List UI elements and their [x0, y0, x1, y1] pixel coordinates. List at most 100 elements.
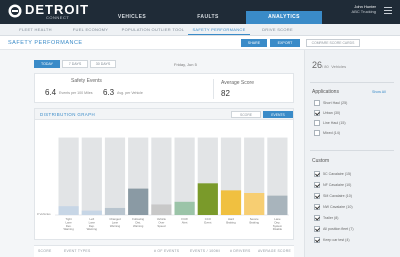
- application-filter-row[interactable]: Line Haul (15): [314, 119, 346, 126]
- subnav-fuel-economy[interactable]: FUEL ECONOMY: [63, 24, 118, 35]
- subnav-outlier-tool[interactable]: POPULATION OUTLIER TOOL: [118, 24, 188, 35]
- graph-events-button[interactable]: EVENTS: [263, 111, 293, 118]
- x-tick-label: Hard Braking: [226, 217, 236, 224]
- page-header: SAFETY PERFORMANCE SHARE EXPORT COMPARE …: [0, 36, 400, 50]
- tab-analytics[interactable]: ANALYTICS: [246, 11, 322, 24]
- custom-title: Custom: [312, 158, 330, 164]
- x-tick-label: Vehicle Over Speed: [157, 217, 166, 228]
- user-info[interactable]: John Hunter ABC Trucking: [352, 4, 376, 14]
- application-checkbox[interactable]: [314, 119, 320, 126]
- bar[interactable]: [104, 207, 126, 215]
- custom-checkbox[interactable]: [314, 214, 320, 221]
- date-30days-button[interactable]: 30 DAYS: [90, 60, 116, 68]
- application-label: Urban (30): [323, 110, 341, 115]
- x-tick-label: Changed Lane Warning: [109, 217, 121, 228]
- x-tick-label: FCW Alert: [181, 217, 188, 224]
- custom-label: SM Cavalaire (10): [323, 193, 352, 198]
- custom-filter-row[interactable]: NF Cavalaire (10): [314, 181, 351, 188]
- custom-filter-row[interactable]: 5C Cavalaire (15): [314, 170, 351, 177]
- detroit-logo[interactable]: DETROIT CONNECT: [8, 2, 88, 21]
- safety-events-label: Safety Events: [71, 78, 102, 84]
- th-average-score[interactable]: AVERAGE SCORE: [258, 249, 291, 253]
- tab-vehicles[interactable]: VEHICLES: [94, 11, 170, 24]
- th-events-per-100mi[interactable]: EVENTS / 100MI: [190, 249, 220, 253]
- menu-icon[interactable]: [384, 7, 392, 14]
- events-table-header: SCORE EVENT TYPES # OF EVENTS EVENTS / 1…: [34, 245, 294, 257]
- bar[interactable]: [128, 188, 149, 215]
- custom-label: All position fleet (7): [323, 226, 354, 231]
- x-tick-label: CCO Event: [204, 217, 212, 224]
- graph-header: DISTRIBUTION GRAPH SCORE EVENTS: [35, 109, 293, 120]
- th-event-types[interactable]: EVENT TYPES: [64, 249, 91, 253]
- custom-filter-row[interactable]: Trailer (8): [314, 214, 338, 221]
- top-bar: DETROIT CONNECT VEHICLES FAULTS ANALYTIC…: [0, 0, 400, 24]
- application-filter-row[interactable]: Mixed (14): [314, 129, 340, 136]
- export-button[interactable]: EXPORT: [270, 39, 300, 47]
- x-tick-label: Severe Braking: [249, 217, 259, 224]
- show-all-link[interactable]: Show All: [372, 90, 386, 94]
- applications-title: Applications: [312, 89, 339, 95]
- th-score[interactable]: SCORE: [38, 249, 52, 253]
- x-tick-label: Tight Lane Dev. Warning: [63, 217, 74, 231]
- custom-label: Trailer (8): [323, 215, 339, 220]
- custom-filter-row[interactable]: SM Cavalaire (10): [314, 192, 352, 199]
- custom-label: Keep car test (4): [323, 237, 350, 242]
- date-range-selector: TODAY 7 DAYS 30 DAYS: [34, 60, 118, 68]
- bar-background: [104, 137, 126, 215]
- application-filter-row[interactable]: Short Haul (25): [314, 99, 347, 106]
- share-button[interactable]: SHARE: [241, 39, 267, 47]
- tab-faults[interactable]: FAULTS: [170, 11, 246, 24]
- bar-background: [81, 137, 102, 215]
- application-label: Short Haul (25): [323, 100, 348, 105]
- vehicle-count-value: 26: [312, 60, 323, 70]
- compare-score-cards-button[interactable]: COMPARE SCORE CARDS: [306, 39, 360, 47]
- application-checkbox[interactable]: [314, 129, 320, 136]
- y-axis-label: # Vehicles: [37, 212, 51, 216]
- average-score-label: Average Score: [221, 80, 254, 86]
- th-num-drivers[interactable]: # DRIVERS: [230, 249, 251, 253]
- graph-score-button[interactable]: SCORE: [231, 111, 261, 118]
- application-filter-row[interactable]: Urban (30): [314, 109, 340, 116]
- bar[interactable]: [174, 201, 195, 215]
- main-nav: VEHICLES FAULTS ANALYTICS: [94, 11, 322, 24]
- date-7days-button[interactable]: 7 DAYS: [62, 60, 88, 68]
- bar[interactable]: [220, 190, 242, 215]
- date-label: Friday, Jun 5: [174, 62, 197, 67]
- bar[interactable]: [58, 206, 79, 215]
- subnav-fleet-health[interactable]: FLEET HEALTH: [8, 24, 63, 35]
- avg-per-vehicle-value: 6.3: [103, 88, 115, 97]
- sidebar-divider: [310, 82, 394, 83]
- date-today-button[interactable]: TODAY: [34, 60, 60, 68]
- custom-checkbox[interactable]: [314, 192, 320, 199]
- custom-checkbox[interactable]: [314, 225, 320, 232]
- custom-filter-row[interactable]: NW Cavalaire (10): [314, 203, 353, 210]
- bar[interactable]: [197, 183, 218, 215]
- custom-filter-row[interactable]: Keep car test (4): [314, 236, 350, 243]
- custom-checkbox[interactable]: [314, 236, 320, 243]
- custom-filter-row[interactable]: All position fleet (7): [314, 225, 354, 232]
- x-tick-label: Left Lane Dep. Warning: [87, 217, 98, 231]
- bar[interactable]: [267, 195, 288, 215]
- custom-label: NW Cavalaire (10): [323, 204, 353, 209]
- graph-title: DISTRIBUTION GRAPH: [40, 112, 96, 117]
- sidebar-divider: [310, 150, 394, 151]
- bar-background: [151, 137, 172, 215]
- th-num-events[interactable]: # OF EVENTS: [154, 249, 179, 253]
- user-company: ABC Trucking: [351, 9, 376, 14]
- subnav-drive-score[interactable]: DRIVE SCORE: [250, 24, 305, 35]
- application-checkbox[interactable]: [314, 109, 320, 116]
- application-checkbox[interactable]: [314, 99, 320, 106]
- application-label: Mixed (14): [323, 130, 340, 135]
- custom-checkbox[interactable]: [314, 170, 320, 177]
- custom-checkbox[interactable]: [314, 181, 320, 188]
- brand-sub: CONNECT: [46, 15, 70, 20]
- detroit-mark-icon: [8, 4, 22, 18]
- bar[interactable]: [151, 204, 172, 215]
- subnav-safety-performance[interactable]: SAFETY PERFORMANCE: [188, 24, 250, 35]
- vehicle-count-label: Vehicles: [331, 64, 347, 69]
- page-title: SAFETY PERFORMANCE: [8, 40, 83, 46]
- bar[interactable]: [81, 210, 102, 215]
- custom-checkbox[interactable]: [314, 203, 320, 210]
- vehicle-count: 26/ 80 Vehicles: [312, 60, 346, 70]
- bar[interactable]: [244, 193, 265, 215]
